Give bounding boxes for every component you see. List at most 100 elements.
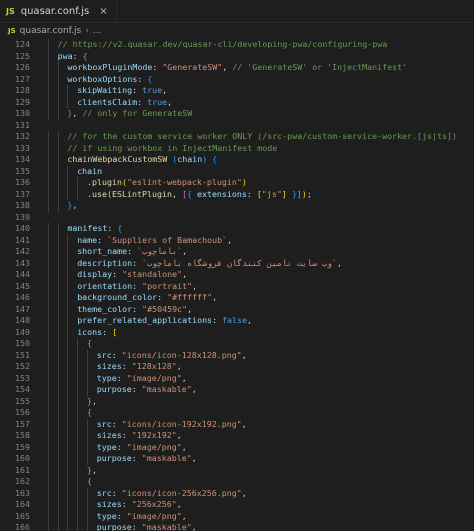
code-token: , — [212, 292, 218, 302]
code-line[interactable]: 133 // if using workbox in InjectManifest… — [0, 142, 474, 154]
line-number: 155 — [15, 395, 30, 406]
code-editor[interactable]: 124 // https://v2.quasar.dev/quasar-cli/d… — [0, 39, 474, 531]
code-content: short_name: `باماچوب`, — [34, 246, 474, 258]
code-content: src: "icons/icon-192x192.png", — [34, 418, 474, 430]
code-content: theme_color: "#50459c", — [34, 303, 474, 315]
code-line[interactable]: 154 purpose: "maskable", — [0, 384, 474, 396]
code-token: : — [131, 384, 142, 394]
code-line[interactable]: 138}, — [0, 200, 474, 212]
line-number: 152 — [15, 361, 30, 371]
indent-guide — [67, 361, 69, 373]
code-line[interactable]: 150 { — [0, 338, 474, 350]
indent-guide — [87, 487, 88, 499]
indent-guide — [67, 441, 69, 453]
code-line[interactable]: 132 // for the custom service worker ONLY… — [0, 131, 474, 143]
line-number: 133 — [15, 142, 30, 153]
code-content: purpose: "maskable", — [34, 384, 474, 396]
indent-guide — [47, 131, 49, 143]
code-token: : — [132, 257, 143, 268]
code-token: "GenerateSW" — [162, 62, 223, 72]
code-line[interactable]: 127 workboxOptions: { — [0, 73, 474, 85]
code-line[interactable]: 147 theme_color: "#50459c", — [0, 303, 474, 315]
code-line[interactable]: 146 background_color: "#ffffff", — [0, 292, 474, 304]
code-line[interactable]: 155}, — [0, 395, 474, 407]
code-line[interactable]: 156 { — [0, 407, 474, 419]
code-line[interactable]: 128 skipWaiting: true, — [0, 85, 474, 97]
line-number: 164 — [15, 499, 30, 509]
breadcrumb-symbol[interactable]: ... — [93, 26, 102, 36]
indent-guide — [67, 418, 69, 430]
code-line[interactable]: 157 src: "icons/icon-192x192.png", — [0, 418, 474, 430]
code-line[interactable]: 161}, — [0, 464, 474, 476]
breadcrumb-file[interactable]: quasar.conf.js — [20, 26, 82, 36]
code-line[interactable]: 149 icons: [ — [0, 326, 474, 338]
code-line[interactable]: 129 clientsClaim: true, — [0, 96, 474, 108]
code-line[interactable]: 142 short_name: `باماچوب`, — [0, 246, 474, 258]
code-token: "icons/icon-192x192.png" — [121, 418, 242, 429]
code-content: sizes: "256x256", — [34, 499, 474, 511]
indent-guide — [47, 487, 49, 499]
code-token: : — [131, 453, 142, 463]
code-line[interactable]: 148 prefer_related_applications: false, — [0, 315, 474, 327]
code-token: , — [72, 200, 78, 210]
line-number: 161 — [15, 464, 30, 475]
code-line[interactable]: 160 purpose: "maskable", — [0, 453, 474, 465]
code-line[interactable]: 131 — [0, 120, 474, 132]
indent-guide — [67, 246, 69, 258]
line-number: 163 — [15, 487, 30, 498]
code-token: // only for GenerateSW — [82, 108, 193, 118]
code-line[interactable]: 158 sizes: "192x192", — [0, 430, 474, 442]
indent-guide — [87, 453, 88, 465]
code-line[interactable]: 164 sizes: "256x256", — [0, 499, 474, 511]
line-number: 148 — [15, 315, 30, 325]
indent-guide — [77, 361, 79, 373]
code-content: name: `Suppliers of Bamachoub`, — [34, 234, 474, 246]
indent-guide — [87, 418, 88, 430]
tab-quasar-conf[interactable]: JS quasar.conf.js × — [0, 0, 117, 22]
code-line[interactable]: 136 .plugin("eslint-webpack-plugin") — [0, 177, 474, 189]
code-line[interactable]: 151 src: "icons/icon-128x128.png", — [0, 349, 474, 361]
indent-guide — [47, 441, 49, 453]
code-line[interactable]: 124 // https://v2.quasar.dev/quasar-cli/d… — [0, 39, 474, 51]
code-line[interactable]: 139 — [0, 212, 474, 224]
code-line[interactable]: 153 type: "image/png", — [0, 372, 474, 384]
code-line[interactable]: 125 pwa: { — [0, 50, 474, 62]
code-line[interactable]: 135 chain — [0, 165, 474, 177]
indent-guide — [87, 499, 88, 511]
code-token: background_color — [77, 292, 158, 302]
code-line[interactable]: 126 workboxPluginMode: "GenerateSW", // '… — [0, 62, 474, 74]
code-line[interactable]: 162 { — [0, 476, 474, 488]
code-line[interactable]: 137 .use(ESLintPlugin, [{ extensions: ["j… — [0, 188, 474, 200]
code-line[interactable]: 141 name: `Suppliers of Bamachoub`, — [0, 234, 474, 246]
indent-guide — [47, 303, 49, 315]
code-line[interactable]: 143 description: `وب سایت تامین کنندگان ف… — [0, 257, 474, 269]
indent-guide — [67, 372, 69, 384]
code-line[interactable]: 163 src: "icons/icon-256x256.png", — [0, 487, 474, 499]
code-token: : — [116, 372, 127, 383]
code-line[interactable]: 159 type: "image/png", — [0, 441, 474, 453]
code-token: , — [182, 269, 188, 279]
code-line[interactable]: 144 display: "standalone", — [0, 269, 474, 281]
code-line[interactable]: 134 chainWebpackCustomSW (chain) { — [0, 154, 474, 166]
indent-guide — [67, 85, 69, 97]
indent-guide — [77, 407, 79, 419]
indent-guide — [57, 349, 59, 361]
code-content: description: `وب سایت تامین کنندگان فروش… — [34, 257, 474, 269]
code-line[interactable]: 152 sizes: "128x128", — [0, 361, 474, 373]
code-token: display — [77, 269, 113, 279]
line-number: 142 — [15, 246, 30, 256]
code-line[interactable]: 165 type: "image/png", — [0, 510, 474, 522]
code-token: pwa — [57, 50, 73, 61]
code-line[interactable]: 145 orientation: "portrait", — [0, 280, 474, 292]
code-token: chain — [77, 165, 103, 176]
code-content: // if using workbox in InjectManifest mo… — [34, 142, 474, 154]
indent-guide — [47, 418, 49, 430]
close-icon[interactable]: × — [99, 6, 107, 17]
indent-guide — [87, 372, 88, 384]
code-token: use — [92, 188, 107, 199]
code-token: ) — [241, 177, 247, 187]
indent-guide — [57, 315, 59, 327]
code-line[interactable]: 130}, // only for GenerateSW — [0, 108, 474, 120]
line-number: 162 — [15, 476, 30, 486]
code-line[interactable]: 140 manifest: { — [0, 223, 474, 235]
